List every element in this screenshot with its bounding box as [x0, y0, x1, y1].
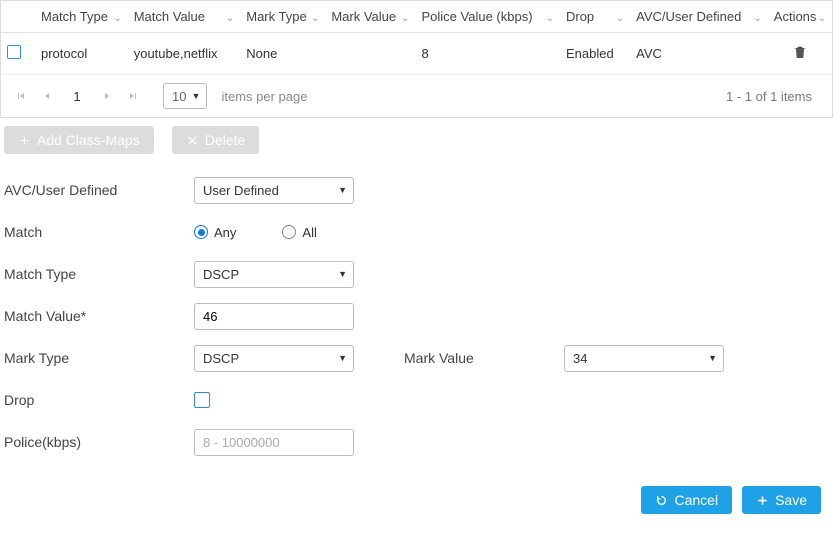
cell-mark-type: None	[240, 33, 325, 75]
cell-match-value: youtube,netflix	[128, 33, 241, 75]
delete-button[interactable]: Delete	[172, 126, 259, 154]
col-avc: AVC/User Defined	[636, 9, 741, 24]
cell-mark-value	[325, 33, 415, 75]
drop-label: Drop	[4, 392, 194, 408]
match-any-radio[interactable]: Any	[194, 225, 236, 240]
mark-value-label: Mark Value	[404, 350, 564, 366]
mark-type-label: Mark Type	[4, 350, 194, 366]
chevron-down-icon[interactable]: ⌄	[546, 13, 554, 24]
col-match-type: Match Type	[41, 9, 108, 24]
page-size-select[interactable]: 10 ▼	[163, 83, 207, 109]
triangle-down-icon: ▼	[192, 91, 201, 101]
col-mark-type: Mark Type	[246, 9, 306, 24]
pager-prev-icon[interactable]	[37, 86, 57, 106]
chevron-down-icon[interactable]: ⌄	[753, 13, 761, 24]
match-type-label: Match Type	[4, 266, 194, 282]
cell-avc: AVC	[630, 33, 768, 75]
trash-icon[interactable]	[792, 49, 808, 64]
cell-police: 8	[416, 33, 560, 75]
cell-drop: Enabled	[560, 33, 630, 75]
items-info: 1 - 1 of 1 items	[726, 89, 822, 104]
pager-current: 1	[63, 89, 91, 104]
table-row: protocol youtube,netflix None 8 Enabled …	[1, 33, 832, 75]
page-size-value: 10	[172, 89, 186, 104]
col-match-value: Match Value	[134, 9, 205, 24]
x-icon	[186, 134, 199, 147]
cancel-label: Cancel	[674, 492, 718, 508]
delete-label: Delete	[205, 132, 245, 148]
police-label: Police(kbps)	[4, 434, 194, 450]
cancel-button[interactable]: Cancel	[641, 486, 732, 514]
match-any-label: Any	[214, 225, 236, 240]
avc-select[interactable]: User Defined ▼	[194, 177, 354, 204]
radio-icon	[194, 225, 208, 239]
undo-icon	[655, 494, 668, 507]
police-input[interactable]	[194, 429, 354, 456]
col-mark-value: Mark Value	[331, 9, 396, 24]
chevron-down-icon[interactable]: ⌄	[226, 13, 234, 24]
save-button[interactable]: Save	[742, 486, 821, 514]
per-page-label: items per page	[221, 89, 307, 104]
chevron-down-icon[interactable]: ⌄	[616, 13, 624, 24]
match-all-radio[interactable]: All	[282, 225, 316, 240]
row-checkbox[interactable]	[7, 45, 21, 59]
chevron-down-icon[interactable]: ⌄	[311, 13, 319, 24]
plus-icon	[18, 134, 31, 147]
match-label: Match	[4, 224, 194, 240]
match-value-label: Match Value*	[4, 308, 194, 324]
save-label: Save	[775, 492, 807, 508]
plus-icon	[756, 494, 769, 507]
radio-icon	[282, 225, 296, 239]
chevron-down-icon[interactable]: ⌄	[113, 13, 121, 24]
pager-last-icon[interactable]	[123, 86, 143, 106]
add-class-maps-button[interactable]: Add Class-Maps	[4, 126, 154, 154]
pager-next-icon[interactable]	[97, 86, 117, 106]
triangle-down-icon: ▼	[708, 353, 717, 363]
triangle-down-icon: ▼	[338, 353, 347, 363]
col-actions: Actions	[774, 9, 817, 24]
match-type-select[interactable]: DSCP ▼	[194, 261, 354, 288]
mark-value-select[interactable]: 34 ▼	[564, 345, 724, 372]
add-label: Add Class-Maps	[37, 132, 140, 148]
chevron-down-icon[interactable]: ⌄	[401, 13, 409, 24]
drop-checkbox[interactable]	[194, 392, 210, 408]
triangle-down-icon: ▼	[338, 185, 347, 195]
col-police: Police Value (kbps)	[422, 9, 533, 24]
triangle-down-icon: ▼	[338, 269, 347, 279]
mark-type-select[interactable]: DSCP ▼	[194, 345, 354, 372]
col-drop: Drop	[566, 9, 594, 24]
avc-label: AVC/User Defined	[4, 182, 194, 198]
match-value-input[interactable]	[194, 303, 354, 330]
cell-match-type: protocol	[35, 33, 128, 75]
pager-first-icon[interactable]	[11, 86, 31, 106]
match-all-label: All	[302, 225, 316, 240]
chevron-down-icon[interactable]: ⌄	[818, 13, 826, 24]
